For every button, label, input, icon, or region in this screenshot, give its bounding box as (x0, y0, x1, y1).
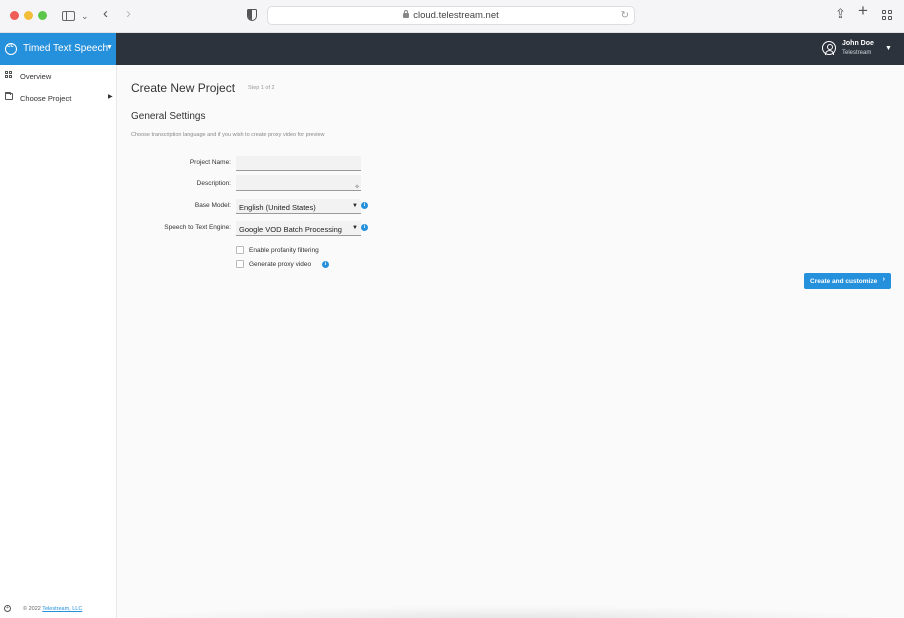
lock-icon (403, 10, 410, 18)
sidebar-toggle-icon[interactable] (62, 11, 75, 21)
forward-button[interactable]: › (126, 6, 131, 21)
user-org: Telestream (842, 50, 872, 56)
caret-down-icon: ▼ (106, 44, 113, 51)
engine-label: Speech to Text Engine: (164, 224, 231, 231)
url-text: cloud.telestream.net (413, 10, 499, 21)
chevron-right-icon: ▶ (108, 94, 113, 100)
folder-icon (5, 92, 13, 100)
description-label: Description: (196, 180, 231, 187)
proxy-video-label[interactable]: Generate proxy video (249, 261, 311, 268)
telestream-link[interactable]: Telestream, LLC (42, 606, 82, 612)
engine-value: Google VOD Batch Processing (239, 224, 342, 234)
user-avatar-icon[interactable] (822, 41, 836, 55)
description-textarea[interactable]: ≡ (236, 175, 362, 191)
app-header: Timed Text Speech ▼ John Doe Telestream … (0, 33, 904, 65)
section-title: General Settings (131, 111, 206, 122)
create-and-customize-button[interactable]: Create and customize › (804, 273, 891, 289)
sidebar: Overview Choose Project ▶ (0, 65, 117, 618)
share-icon[interactable]: ⇪ (835, 7, 846, 21)
profanity-label[interactable]: Enable profanity filtering (249, 247, 319, 254)
minimize-window-button[interactable] (24, 11, 33, 20)
address-bar[interactable]: cloud.telestream.net ↻ (267, 6, 635, 25)
reload-icon[interactable]: ↻ (621, 10, 629, 21)
caret-down-icon: ▼ (352, 225, 358, 231)
sidebar-item-label: Choose Project (20, 94, 72, 103)
profanity-checkbox[interactable] (236, 246, 244, 254)
copyright: © 2022 Telestream, LLC (23, 606, 83, 612)
close-window-button[interactable] (10, 11, 19, 20)
shield-icon[interactable] (247, 9, 257, 21)
chevron-right-icon: › (882, 276, 885, 283)
step-indicator: Step 1 of 2 (248, 85, 275, 91)
sidebar-item-choose-project[interactable]: Choose Project ▶ (0, 89, 116, 107)
user-name[interactable]: John Doe (842, 40, 874, 47)
info-icon[interactable]: i (361, 202, 368, 209)
chevron-down-icon[interactable]: ⌄ (81, 9, 89, 23)
info-icon[interactable]: i (361, 224, 368, 231)
product-name: Timed Text Speech (23, 43, 109, 54)
base-model-value: English (United States) (239, 202, 316, 212)
footer-shadow (127, 606, 887, 618)
overview-icon (5, 71, 13, 78)
sidebar-item-label: Overview (20, 72, 52, 81)
project-name-input[interactable] (236, 156, 361, 171)
sidebar-item-overview[interactable]: Overview (0, 67, 116, 85)
captions-icon (5, 43, 17, 55)
base-model-select[interactable]: English (United States) ▼ (236, 199, 361, 214)
back-button[interactable]: ‹ (103, 6, 108, 21)
resize-handle-icon[interactable]: ≡ (355, 184, 362, 191)
main-content: Create New Project Step 1 of 2 General S… (117, 65, 904, 618)
tab-overview-icon[interactable] (882, 10, 893, 21)
zoom-window-button[interactable] (38, 11, 47, 20)
base-model-label: Base Model: (194, 202, 231, 209)
engine-select[interactable]: Google VOD Batch Processing ▼ (236, 221, 361, 236)
user-menu-caret-icon[interactable]: ▼ (885, 45, 892, 52)
proxy-video-checkbox[interactable] (236, 260, 244, 268)
section-help-text: Choose transcription language and if you… (131, 132, 325, 138)
project-name-label: Project Name: (189, 159, 231, 166)
browser-toolbar: ⌄ ‹ › cloud.telestream.net ↻ ⇪ + (0, 0, 904, 33)
plus-icon[interactable]: + (858, 2, 868, 19)
caret-down-icon: ▼ (352, 203, 358, 209)
info-icon[interactable]: i (322, 261, 329, 268)
page-title: Create New Project (131, 81, 236, 95)
product-switcher[interactable]: Timed Text Speech ▼ (0, 33, 116, 65)
collapse-sidebar-icon[interactable]: + (4, 605, 11, 612)
